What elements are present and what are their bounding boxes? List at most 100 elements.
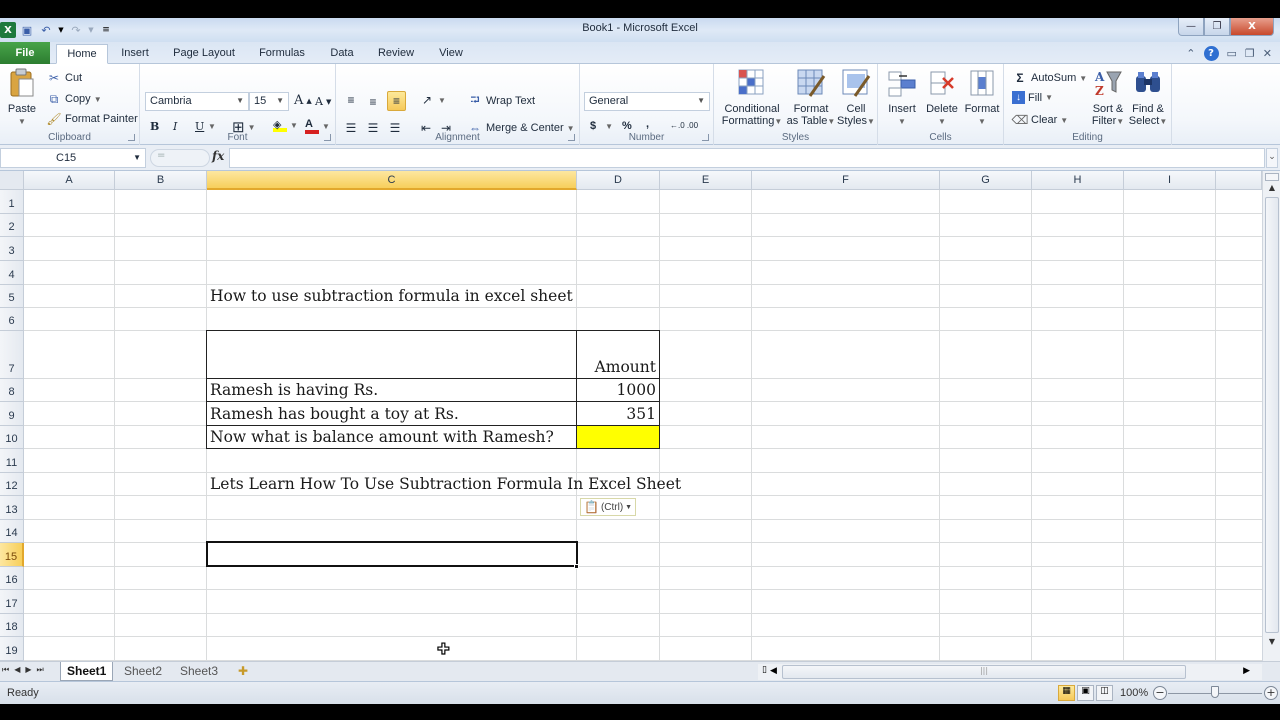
- format-as-table-button[interactable]: Format as Table▼: [786, 67, 836, 128]
- fill-color-button[interactable]: ◈ ▼: [273, 118, 298, 132]
- copy-button[interactable]: ⧉ Copy ▼: [46, 91, 102, 107]
- tab-insert[interactable]: Insert: [112, 44, 158, 64]
- cut-button[interactable]: ✂ Cut: [46, 70, 82, 86]
- shrink-font-button[interactable]: A ▼: [315, 95, 331, 108]
- help-icon[interactable]: ?: [1203, 46, 1219, 61]
- column-header-b[interactable]: B: [115, 171, 207, 190]
- column-header-i[interactable]: I: [1124, 171, 1216, 190]
- column-header-c[interactable]: C: [207, 171, 577, 190]
- font-launcher-icon[interactable]: [324, 134, 331, 141]
- tab-home[interactable]: Home: [56, 44, 108, 64]
- orientation-button[interactable]: ↗ ▼: [419, 92, 446, 108]
- clear-button[interactable]: ⌫ Clear ▼: [1012, 112, 1069, 128]
- cell-c5[interactable]: How to use subtraction formula in excel …: [210, 286, 573, 306]
- workbook-restore-icon[interactable]: ❐: [1245, 47, 1255, 60]
- cell-styles-button[interactable]: Cell Styles▼: [836, 67, 876, 128]
- insert-sheet-icon[interactable]: ✚: [232, 662, 254, 681]
- sheet-tab-sheet1[interactable]: Sheet1: [60, 662, 114, 681]
- row-header-7[interactable]: 7: [0, 331, 24, 379]
- underline-dropdown[interactable]: ▼: [208, 122, 216, 131]
- row-header-18[interactable]: 18: [0, 614, 24, 637]
- column-header-e[interactable]: E: [660, 171, 752, 190]
- format-cells-button[interactable]: Format ▼: [962, 67, 1002, 128]
- tab-file[interactable]: File: [0, 42, 50, 64]
- scroll-right-icon[interactable]: ▶: [1243, 666, 1250, 676]
- tab-view[interactable]: View: [430, 44, 472, 64]
- cell-c12[interactable]: Lets Learn How To Use Subtraction Formul…: [210, 474, 681, 494]
- page-layout-view-icon[interactable]: ▣: [1077, 685, 1094, 701]
- formula-input[interactable]: [229, 148, 1265, 168]
- column-header-d[interactable]: D: [577, 171, 660, 190]
- column-header-j[interactable]: [1216, 171, 1262, 190]
- wrap-text-button[interactable]: ⮒ Wrap Text: [467, 93, 535, 109]
- tab-review[interactable]: Review: [372, 44, 420, 64]
- page-break-preview-icon[interactable]: ◫: [1096, 685, 1113, 701]
- row-header-15[interactable]: 15: [0, 543, 24, 567]
- row-header-3[interactable]: 3: [0, 237, 24, 261]
- cell-c10[interactable]: Now what is balance amount with Ramesh?: [210, 427, 554, 447]
- tab-page-layout[interactable]: Page Layout: [168, 44, 240, 64]
- column-header-a[interactable]: A: [24, 171, 115, 190]
- name-box[interactable]: C15 ▼: [0, 148, 146, 168]
- active-cell-c15[interactable]: [206, 541, 578, 567]
- row-header-12[interactable]: 12: [0, 473, 24, 496]
- minimize-ribbon-icon[interactable]: ⌃: [1186, 47, 1195, 60]
- row-header-13[interactable]: 13: [0, 496, 24, 520]
- workbook-minimize-icon[interactable]: ▭: [1227, 47, 1237, 60]
- row-header-17[interactable]: 17: [0, 590, 24, 614]
- last-sheet-icon[interactable]: ⏭: [37, 665, 44, 675]
- percent-button[interactable]: %: [622, 120, 632, 132]
- paste-button[interactable]: Paste ▼: [4, 67, 40, 128]
- insert-function-button[interactable]: fx: [212, 149, 224, 163]
- expand-formula-bar-icon[interactable]: ⌄: [1266, 148, 1278, 168]
- comma-button[interactable]: ,: [646, 118, 649, 130]
- prev-sheet-icon[interactable]: ◀: [14, 665, 20, 675]
- row-header-1[interactable]: 1: [0, 190, 24, 214]
- row-header-4[interactable]: 4: [0, 261, 24, 285]
- workbook-close-icon[interactable]: ✕: [1263, 47, 1272, 60]
- column-header-f[interactable]: F: [752, 171, 940, 190]
- cell-d8[interactable]: 1000: [577, 380, 656, 400]
- next-sheet-icon[interactable]: ▶: [25, 665, 31, 675]
- normal-view-icon[interactable]: ▦: [1058, 685, 1075, 701]
- fill-button[interactable]: ↓ Fill ▼: [1012, 91, 1053, 104]
- zoom-in-icon[interactable]: +: [1264, 686, 1278, 700]
- select-all-button[interactable]: [0, 171, 24, 190]
- row-header-2[interactable]: 2: [0, 214, 24, 237]
- scroll-up-icon[interactable]: ▲: [1265, 183, 1279, 197]
- tab-data[interactable]: Data: [322, 44, 362, 64]
- cell-c8[interactable]: Ramesh is having Rs.: [210, 380, 378, 400]
- align-bottom-button[interactable]: ≡: [387, 91, 406, 111]
- row-header-16[interactable]: 16: [0, 567, 24, 590]
- zoom-level[interactable]: 100%: [1120, 687, 1148, 699]
- worksheet-grid[interactable]: A B C D E F G H I 1 2 3 4 5 6 7 8 9 10 11 12 13 14 15 16 17 18 19 Ho…: [0, 171, 1280, 661]
- split-box-icon[interactable]: [1265, 173, 1279, 181]
- find-select-button[interactable]: Find & Select▼: [1128, 67, 1168, 128]
- cell-d9[interactable]: 351: [577, 404, 656, 424]
- alignment-launcher-icon[interactable]: [568, 134, 575, 141]
- zoom-out-icon[interactable]: −: [1153, 686, 1167, 700]
- horizontal-scroll-thumb[interactable]: |||: [782, 665, 1186, 679]
- delete-cells-button[interactable]: Delete ▼: [922, 67, 962, 128]
- column-header-g[interactable]: G: [940, 171, 1032, 190]
- align-top-button[interactable]: ≡: [343, 92, 359, 108]
- scroll-down-icon[interactable]: ▼: [1265, 637, 1279, 651]
- row-header-10[interactable]: 10: [0, 426, 24, 449]
- row-header-11[interactable]: 11: [0, 449, 24, 473]
- row-header-5[interactable]: 5: [0, 285, 24, 308]
- insert-cells-button[interactable]: Insert ▼: [882, 67, 922, 128]
- fill-handle[interactable]: [574, 564, 579, 569]
- restore-button[interactable]: ❐: [1204, 18, 1230, 36]
- number-format-select[interactable]: General ▼: [584, 92, 710, 111]
- align-middle-button[interactable]: ≡: [365, 94, 381, 110]
- cell-c9[interactable]: Ramesh has bought a toy at Rs.: [210, 404, 459, 424]
- sheet-tab-sheet2[interactable]: Sheet2: [118, 662, 168, 681]
- format-painter-button[interactable]: 🖌 Format Painter: [46, 111, 137, 127]
- zoom-slider-thumb[interactable]: [1211, 686, 1219, 698]
- font-size-select[interactable]: 15 ▼: [249, 92, 289, 111]
- split-handle-icon[interactable]: ▯: [762, 665, 767, 675]
- grow-font-button[interactable]: A ▲: [294, 93, 312, 108]
- sheet-tab-sheet3[interactable]: Sheet3: [174, 662, 224, 681]
- vertical-scrollbar[interactable]: ▲ ▼: [1262, 171, 1280, 661]
- close-button[interactable]: X: [1230, 18, 1274, 36]
